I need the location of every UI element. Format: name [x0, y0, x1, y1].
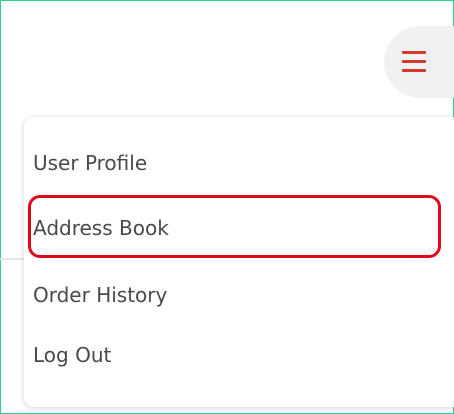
menu-item-user-profile[interactable]: User Profile [33, 151, 147, 175]
menu-toggle-button[interactable] [384, 26, 454, 98]
hamburger-line [402, 69, 426, 72]
menu-item-address-book[interactable]: Address Book [33, 216, 169, 240]
menu-item-log-out[interactable]: Log Out [33, 343, 111, 367]
hamburger-line [402, 60, 426, 63]
menu-item-order-history[interactable]: Order History [33, 283, 167, 307]
hamburger-line [402, 51, 426, 54]
hamburger-menu-icon [402, 50, 426, 72]
